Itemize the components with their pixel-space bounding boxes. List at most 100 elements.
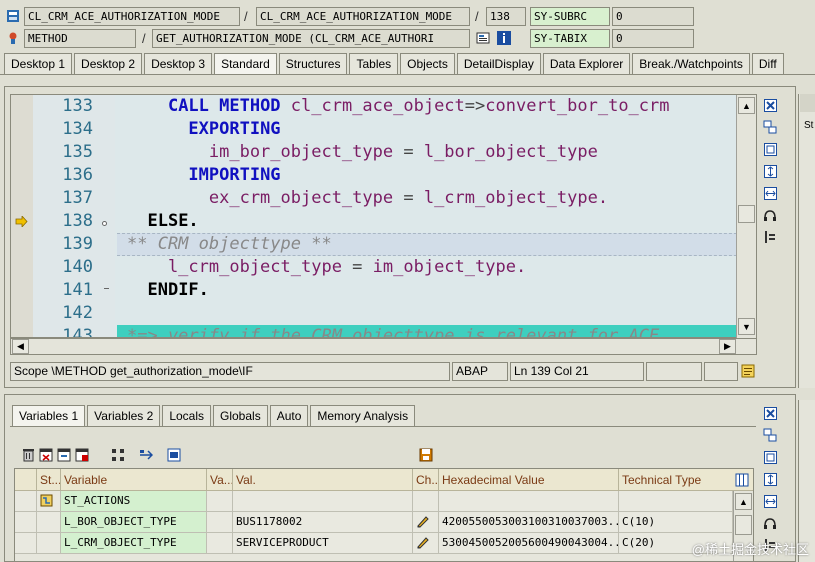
column-header[interactable]: Val. (233, 469, 413, 491)
column-layout-icon[interactable] (731, 469, 753, 491)
sysvar-value-field[interactable]: 0 (612, 7, 694, 26)
code-line[interactable]: 139 ** CRM objecttype ** (11, 233, 756, 256)
tab-globals[interactable]: Globals (213, 405, 268, 426)
column-header[interactable]: Ch... (413, 469, 439, 491)
code-line[interactable]: 137 ex_crm_object_type = l_crm_object_ty… (11, 187, 756, 210)
column-header[interactable]: Hexadecimal Value (439, 469, 619, 491)
tab-detaildisplay[interactable]: DetailDisplay (456, 53, 541, 74)
scroll-down-button[interactable]: ▼ (738, 318, 755, 335)
tab-variables-2[interactable]: Variables 2 (87, 405, 161, 426)
tab-structures[interactable]: Structures (278, 53, 348, 74)
fold-marker[interactable] (102, 221, 107, 226)
maximize-tool-icon[interactable] (762, 449, 778, 465)
scroll-left-button[interactable]: ◀ (12, 339, 29, 354)
scroll-up-button[interactable]: ▲ (735, 493, 752, 510)
tab-desktop-3[interactable]: Desktop 3 (144, 53, 213, 74)
code-text: im_bor_object_type = l_bor_object_type (127, 142, 598, 162)
code-line[interactable]: 134 EXPORTING (11, 118, 756, 141)
change-cell[interactable] (413, 533, 439, 554)
expand-horizontal-icon[interactable] (762, 185, 778, 201)
change-cell[interactable] (413, 491, 439, 512)
cursor-position-status: Ln 139 Col 21 (510, 362, 644, 381)
swap-tool-icon[interactable] (762, 427, 778, 443)
code-line[interactable]: 141 ENDIF. (11, 279, 756, 302)
tab-memory-analysis[interactable]: Memory Analysis (310, 405, 416, 426)
code-line[interactable]: 136 IMPORTING (11, 164, 756, 187)
tab-desktop-2[interactable]: Desktop 2 (74, 53, 143, 74)
change-cell[interactable] (413, 512, 439, 533)
table-edit-icon[interactable] (56, 447, 72, 463)
editor-vertical-scrollbar[interactable]: ▲ ▼ (736, 95, 756, 338)
table-save-icon[interactable] (74, 447, 90, 463)
scroll-right-button[interactable]: ▶ (719, 339, 736, 354)
code-line[interactable]: 133 CALL METHOD cl_crm_ace_object=>conve… (11, 95, 756, 118)
tab-divider (10, 426, 756, 427)
column-header[interactable]: Variable (61, 469, 207, 491)
sysvar-name-field[interactable]: SY-TABIX (530, 29, 610, 48)
info-icon[interactable] (496, 30, 512, 46)
right-panel-scroll[interactable] (800, 94, 815, 112)
save-icon[interactable] (418, 447, 434, 463)
column-header[interactable]: Technical Type (619, 469, 733, 491)
scroll-up-button[interactable]: ▲ (738, 97, 755, 114)
tab-data-explorer[interactable]: Data Explorer (542, 53, 631, 74)
table-delete-icon[interactable] (38, 447, 54, 463)
close-tool-icon[interactable] (762, 405, 778, 421)
table-row[interactable]: ST_ACTIONS (15, 491, 733, 512)
tab-tables[interactable]: Tables (349, 53, 399, 74)
hierarchy-icon[interactable] (110, 447, 126, 463)
sysvar-value-field[interactable]: 0 (612, 29, 694, 48)
tab-desktop-1[interactable]: Desktop 1 (4, 53, 73, 74)
details-icon[interactable] (166, 447, 182, 463)
scroll-thumb[interactable] (735, 515, 752, 535)
column-header[interactable]: St... (37, 469, 61, 491)
row-selector-header[interactable] (15, 469, 37, 491)
language-status: ABAP (452, 362, 508, 381)
table-row[interactable]: L_BOR_OBJECT_TYPE BUS1178002 4200550053003… (15, 512, 733, 533)
edit-pencil-icon[interactable] (416, 536, 430, 553)
var-icon-cell (207, 512, 233, 533)
program-field[interactable]: CL_CRM_ACE_AUTHORIZATION_MODE (24, 7, 240, 26)
tools-icon[interactable] (762, 229, 778, 245)
notes-icon[interactable] (740, 363, 756, 379)
tab-standard[interactable]: Standard (214, 53, 277, 74)
navigate-icon[interactable] (138, 447, 154, 463)
swap-tool-icon[interactable] (762, 119, 778, 135)
editor-horizontal-scrollbar[interactable]: ◀ ▶ (10, 338, 757, 355)
delete-icon[interactable] (20, 447, 36, 463)
include-field[interactable]: CL_CRM_ACE_AUTHORIZATION_MODE (256, 7, 470, 26)
variables-table[interactable]: St... Variable Va... Val. Ch... Hexadecimal V… (14, 468, 754, 562)
expand-vertical-icon[interactable] (762, 163, 778, 179)
headset-icon[interactable] (762, 515, 778, 531)
code-line[interactable]: 140 l_crm_object_type = im_object_type. (11, 256, 756, 279)
event-name-field[interactable]: GET_AUTHORIZATION_MODE (CL_CRM_ACE_AUTHO… (152, 29, 470, 48)
table-row[interactable]: L_CRM_OBJECT_TYPE SERVICEPRODUCT 530045005… (15, 533, 733, 554)
column-header[interactable]: Va... (207, 469, 233, 491)
code-line[interactable]: 142 (11, 302, 756, 325)
row-selector[interactable] (15, 491, 37, 512)
display-icon[interactable] (475, 30, 491, 46)
tab-objects[interactable]: Objects (400, 53, 455, 74)
code-line[interactable]: 143 *=> verify if the CRM objecttype is r… (11, 325, 756, 337)
tab-auto[interactable]: Auto (269, 405, 309, 426)
source-editor[interactable]: 133 CALL METHOD cl_crm_ace_object=>conve… (10, 94, 757, 338)
headset-icon[interactable] (762, 207, 778, 223)
line-number-field[interactable]: 138 (486, 7, 526, 26)
tab-variables-1[interactable]: Variables 1 (12, 405, 86, 426)
expand-vertical-icon[interactable] (762, 471, 778, 487)
scroll-thumb[interactable] (738, 205, 755, 223)
close-tool-icon[interactable] (762, 97, 778, 113)
sysvar-name-field[interactable]: SY-SUBRC (530, 7, 610, 26)
tab-break-watchpoints[interactable]: Break./Watchpoints (632, 53, 750, 74)
tab-diff[interactable]: Diff (751, 53, 784, 74)
code-line[interactable]: 138 ELSE. (11, 210, 756, 233)
event-type-field[interactable]: METHOD (24, 29, 136, 48)
row-selector[interactable] (15, 533, 37, 554)
code-line[interactable]: 135 im_bor_object_type = l_bor_object_ty… (11, 141, 756, 164)
expand-horizontal-icon[interactable] (762, 493, 778, 509)
maximize-tool-icon[interactable] (762, 141, 778, 157)
edit-pencil-icon[interactable] (416, 515, 430, 532)
line-number: 134 (62, 119, 93, 139)
row-selector[interactable] (15, 512, 37, 533)
tab-locals[interactable]: Locals (162, 405, 211, 426)
